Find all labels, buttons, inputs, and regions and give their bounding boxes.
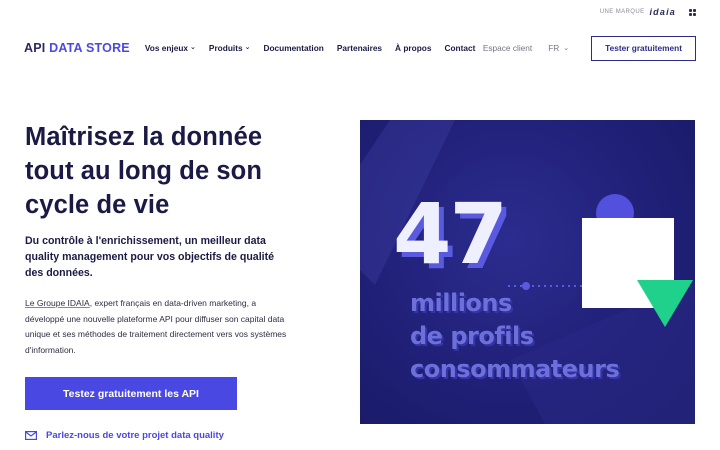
stat-line-1: millions: [410, 289, 512, 317]
brand-strip: UNE MARQUE idaia: [600, 7, 696, 17]
logo-api: API: [24, 41, 46, 55]
apps-grid-icon[interactable]: [689, 8, 696, 16]
stat-line-2: de profils: [410, 322, 534, 350]
tester-gratuitement-button[interactable]: Tester gratuitement: [591, 35, 696, 61]
nav-label: Vos enjeux: [144, 43, 189, 53]
nav-label: Documentation: [263, 43, 324, 53]
chevron-down-icon: ⌄: [563, 45, 570, 52]
main-nav: Vos enjeux ⌄ Produits ⌄ Documentation Pa…: [145, 43, 476, 53]
stat-number: 47: [393, 185, 508, 283]
site-logo[interactable]: API DATA STORE: [24, 41, 130, 55]
envelope-icon: [25, 431, 37, 440]
site-header: API DATA STORE Vos enjeux ⌄ Produits ⌄ D…: [24, 35, 696, 61]
brand-caption: UNE MARQUE: [599, 9, 645, 15]
chevron-down-icon: ⌄: [190, 44, 196, 51]
language-selector[interactable]: FR ⌄: [548, 43, 569, 53]
nav-partenaires[interactable]: Partenaires: [337, 43, 382, 53]
header-actions: Espace client FR ⌄ Tester gratuitement: [483, 35, 696, 61]
nav-produits[interactable]: Produits ⌄: [209, 43, 251, 53]
espace-client-link[interactable]: Espace client: [483, 43, 532, 53]
nav-a-propos[interactable]: À propos: [395, 43, 431, 53]
language-label: FR: [548, 43, 560, 53]
nav-documentation[interactable]: Documentation: [263, 43, 323, 53]
stat-caption: millions de profils consommateurs: [410, 287, 620, 386]
idaia-logo[interactable]: idaia: [649, 7, 676, 17]
hero-subtitle: Du contrôle à l'enrichissement, un meill…: [25, 235, 274, 279]
hero-visual: 47 millions de profils consommateurs: [360, 120, 695, 424]
nav-contact[interactable]: Contact: [444, 43, 475, 53]
groupe-idaia-link[interactable]: Le Groupe IDAIA: [25, 298, 90, 308]
chevron-down-icon: ⌄: [244, 44, 251, 51]
nav-label: Produits: [208, 43, 243, 53]
stat-line-3: consommateurs: [410, 355, 620, 383]
contact-link[interactable]: Parlez-nous de votre projet data quality: [25, 430, 224, 441]
logo-data-store: DATA STORE: [49, 41, 130, 55]
contact-label: Parlez-nous de votre projet data quality: [46, 430, 224, 441]
nav-label: Contact: [444, 43, 476, 53]
hero-body: Le Groupe IDAIA, expert français en data…: [25, 296, 297, 358]
nav-label: À propos: [395, 43, 432, 53]
nav-vos-enjeux[interactable]: Vos enjeux ⌄: [145, 43, 196, 53]
hero-title: Maîtrisez la donnée tout au long de son …: [25, 123, 263, 219]
testez-api-button[interactable]: Testez gratuitement les API: [25, 377, 237, 410]
nav-label: Partenaires: [336, 43, 383, 53]
